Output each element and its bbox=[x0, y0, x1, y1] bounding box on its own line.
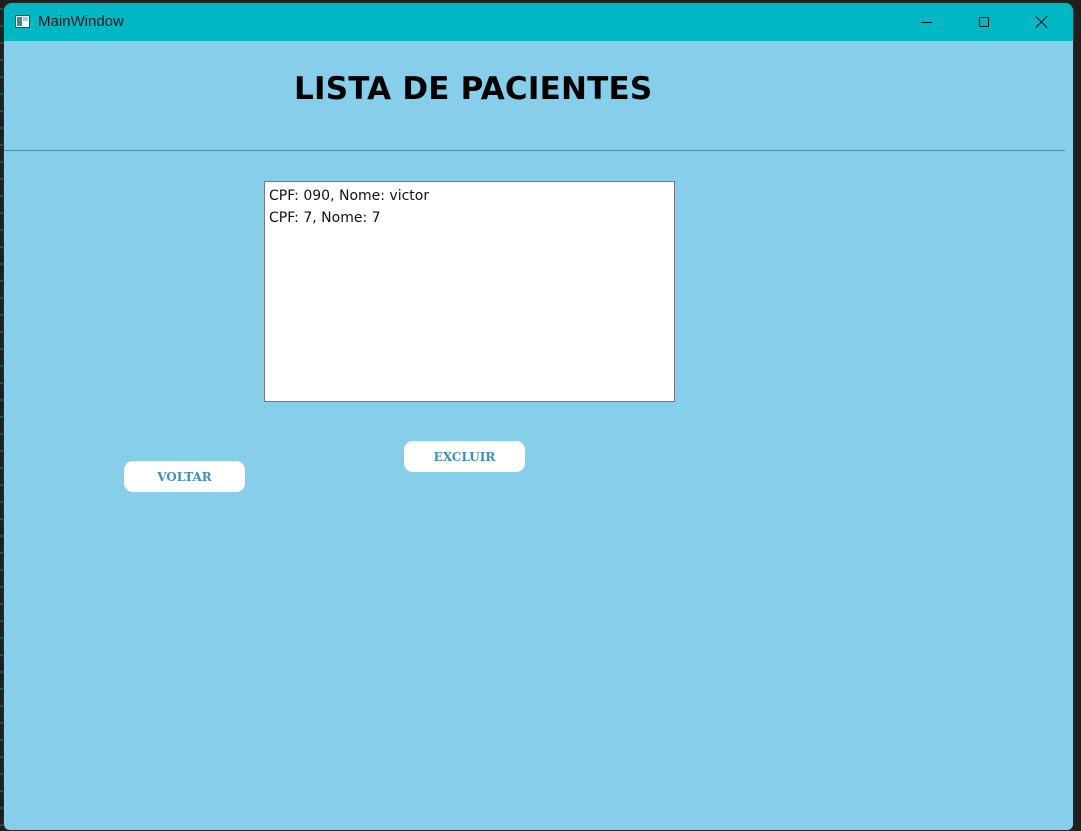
minimize-icon bbox=[920, 21, 932, 23]
delete-button[interactable]: EXCLUIR bbox=[404, 441, 525, 472]
patient-list-item[interactable]: CPF: 7, Nome: 7 bbox=[269, 207, 670, 229]
window-title: MainWindow bbox=[38, 13, 124, 30]
close-button[interactable] bbox=[1013, 3, 1071, 41]
maximize-icon bbox=[979, 17, 989, 27]
window-content: LISTA DE PACIENTES CPF: 090, Nome: victo… bbox=[4, 41, 1073, 830]
patient-list-item[interactable]: CPF: 090, Nome: victor bbox=[269, 185, 670, 207]
page-title: LISTA DE PACIENTES bbox=[294, 71, 653, 107]
back-button[interactable]: VOLTAR bbox=[124, 461, 245, 492]
main-window: MainWindow LISTA DE PACIENTES CPF: 090, … bbox=[4, 3, 1073, 830]
patient-list[interactable]: CPF: 090, Nome: victor CPF: 7, Nome: 7 bbox=[264, 181, 675, 402]
title-bar[interactable]: MainWindow bbox=[4, 3, 1073, 41]
minimize-button[interactable] bbox=[897, 3, 955, 41]
header-divider bbox=[4, 150, 1065, 151]
close-icon bbox=[1035, 15, 1049, 29]
app-window-icon bbox=[15, 15, 30, 28]
maximize-button[interactable] bbox=[955, 3, 1013, 41]
